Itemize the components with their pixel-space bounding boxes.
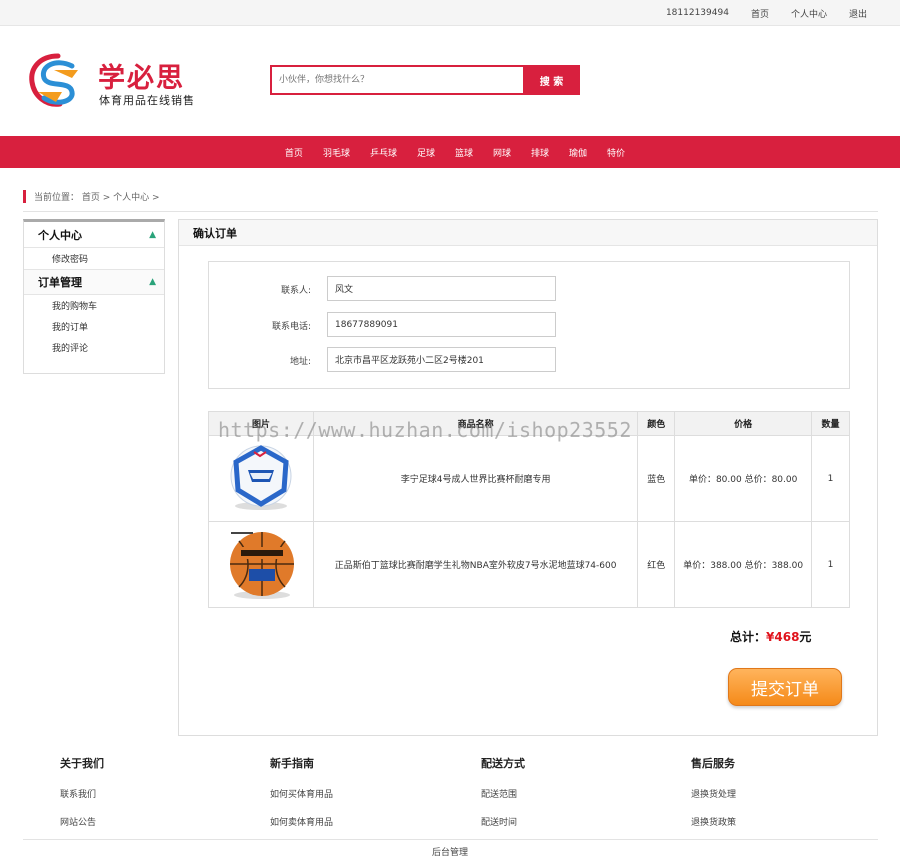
nav-item-football[interactable]: 足球 xyxy=(417,146,435,159)
footer-link[interactable]: 网站公告 xyxy=(60,815,260,828)
product-color: 红色 xyxy=(637,521,676,608)
breadcrumb: 当前位置： 首页 > 个人中心 > xyxy=(23,190,160,203)
total-unit: 元 xyxy=(799,630,812,644)
contact-row: 联系人: 风文 xyxy=(209,276,851,301)
nav-item-tennis[interactable]: 网球 xyxy=(493,146,511,159)
footer-col-title: 售后服务 xyxy=(691,757,735,770)
footer: 关于我们 联系我们 网站公告 新手指南 如何买体育用品 如何卖体育用品 配送方式… xyxy=(0,745,900,858)
total-label: 总计： xyxy=(730,630,767,644)
top-bar: 18112139494 首页 个人中心 退出 xyxy=(0,0,900,26)
logo-swirl-icon xyxy=(29,53,78,107)
product-price: 单价：388.00 总价：388.00 xyxy=(674,521,813,608)
order-items-table: 图片 商品名称 颜色 价格 数量 李宁足球4号成人世界比赛杯耐磨专用 蓝色 单价… xyxy=(208,411,850,608)
divider xyxy=(23,211,878,212)
table-row: 正品斯伯丁篮球比赛耐磨学生礼物NBA室外软皮7号水泥地蓝球74-600 红色 单… xyxy=(208,521,850,608)
contact-label: 联系人: xyxy=(280,286,311,296)
search-button[interactable]: 搜 索 xyxy=(523,65,580,95)
divider xyxy=(23,839,878,840)
nav-item-basketball[interactable]: 篮球 xyxy=(455,146,473,159)
phone-field[interactable]: 18677889091 xyxy=(327,312,556,337)
column-header: 颜色 xyxy=(637,411,676,436)
footer-col-guide: 新手指南 如何买体育用品 如何卖体育用品 xyxy=(270,755,470,843)
chevron-up-icon: ▲ xyxy=(149,277,156,287)
top-links: 18112139494 首页 个人中心 退出 xyxy=(644,0,867,26)
sidebar: 个人中心 ▲ 修改密码 订单管理 ▲ 我的购物车 我的订单 我的评论 xyxy=(23,219,165,374)
footer-col-title: 新手指南 xyxy=(270,757,314,770)
brand-name: 学必思 xyxy=(98,63,185,94)
admin-link[interactable]: 后台管理 xyxy=(0,845,900,858)
product-image-football[interactable] xyxy=(208,435,314,522)
sidebar-item-change-password[interactable]: 修改密码 xyxy=(24,248,164,269)
footer-col-title: 配送方式 xyxy=(481,757,525,770)
header: 学必思 体育用品在线销售 搜 索 xyxy=(0,26,900,136)
product-qty: 1 xyxy=(811,521,850,608)
product-name[interactable]: 李宁足球4号成人世界比赛杯耐磨专用 xyxy=(312,435,639,522)
search-bar: 搜 索 xyxy=(270,65,580,95)
column-header: 图片 xyxy=(208,411,314,436)
footer-link[interactable]: 联系我们 xyxy=(60,787,260,800)
main-nav: 首页 羽毛球 乒乓球 足球 篮球 网球 排球 瑜伽 特价 xyxy=(0,136,900,168)
product-color: 蓝色 xyxy=(637,435,676,522)
footer-link[interactable]: 如何卖体育用品 xyxy=(270,815,470,828)
nav-item-home[interactable]: 首页 xyxy=(285,146,303,159)
submit-order-button[interactable]: 提交订单 xyxy=(728,668,842,706)
footer-col-about: 关于我们 联系我们 网站公告 xyxy=(60,755,260,843)
footer-link[interactable]: 配送时间 xyxy=(481,815,681,828)
top-link-home[interactable]: 首页 xyxy=(751,7,769,20)
footer-col-title: 关于我们 xyxy=(60,757,104,770)
footer-link[interactable]: 配送范围 xyxy=(481,787,681,800)
product-qty: 1 xyxy=(811,435,850,522)
product-name[interactable]: 正品斯伯丁篮球比赛耐磨学生礼物NBA室外软皮7号水泥地蓝球74-600 xyxy=(312,521,639,608)
nav-item-table-tennis[interactable]: 乒乓球 xyxy=(370,146,397,159)
contact-form: 联系人: 风文 联系电话: 18677889091 地址: 北京市昌平区龙跃苑小… xyxy=(208,261,850,389)
product-price: 单价：80.00 总价：80.00 xyxy=(674,435,813,522)
order-total: 总计：¥468元 xyxy=(730,628,811,645)
nav-item-volleyball[interactable]: 排球 xyxy=(531,146,549,159)
nav-item-special[interactable]: 特价 xyxy=(607,146,625,159)
sidebar-group-user-center[interactable]: 个人中心 ▲ xyxy=(24,222,164,248)
logo[interactable]: 学必思 体育用品在线销售 xyxy=(26,52,206,112)
footer-link[interactable]: 退换货政策 xyxy=(691,815,891,828)
footer-col-after-sales: 售后服务 退换货处理 退换货政策 xyxy=(691,755,891,843)
address-label: 地址: xyxy=(289,357,311,367)
nav-item-badminton[interactable]: 羽毛球 xyxy=(323,146,350,159)
basketball-image-icon xyxy=(229,532,294,599)
page-title: 确认订单 xyxy=(179,220,877,246)
search-input[interactable] xyxy=(270,65,523,95)
sidebar-group-order-management[interactable]: 订单管理 ▲ xyxy=(24,269,164,295)
total-amount: ¥468 xyxy=(766,630,800,644)
footer-col-delivery: 配送方式 配送范围 配送时间 xyxy=(481,755,681,843)
phone-label: 联系电话: xyxy=(271,322,311,332)
phone-row: 联系电话: 18677889091 xyxy=(209,312,851,337)
top-link-logout[interactable]: 退出 xyxy=(849,7,867,20)
sidebar-group-label: 订单管理 xyxy=(38,276,82,289)
top-link-user-center[interactable]: 个人中心 xyxy=(791,7,827,20)
nav-item-yoga[interactable]: 瑜伽 xyxy=(569,146,587,159)
contact-field[interactable]: 风文 xyxy=(327,276,556,301)
phone-number: 18112139494 xyxy=(665,8,729,18)
table-row: 李宁足球4号成人世界比赛杯耐磨专用 蓝色 单价：80.00 总价：80.00 1 xyxy=(208,435,850,522)
chevron-up-icon: ▲ xyxy=(149,229,156,240)
address-row: 地址: 北京市昌平区龙跃苑小二区2号楼201 xyxy=(209,347,851,372)
table-header-row: 图片 商品名称 颜色 价格 数量 xyxy=(208,411,850,436)
column-header: 数量 xyxy=(811,411,850,436)
sidebar-item-my-reviews[interactable]: 我的评论 xyxy=(24,337,164,358)
footer-link[interactable]: 如何买体育用品 xyxy=(270,787,470,800)
order-panel: 确认订单 联系人: 风文 联系电话: 18677889091 地址: 北京市昌平… xyxy=(178,219,878,736)
column-header: 商品名称 xyxy=(312,411,639,436)
sidebar-group-label: 个人中心 xyxy=(38,228,82,242)
footer-link[interactable]: 退换货处理 xyxy=(691,787,891,800)
football-image-icon xyxy=(230,445,292,510)
address-field[interactable]: 北京市昌平区龙跃苑小二区2号楼201 xyxy=(327,347,556,372)
column-header: 价格 xyxy=(674,411,813,436)
product-image-basketball[interactable] xyxy=(208,521,314,608)
brand-slogan: 体育用品在线销售 xyxy=(99,94,195,107)
sidebar-item-my-orders[interactable]: 我的订单 xyxy=(24,316,164,337)
sidebar-item-cart[interactable]: 我的购物车 xyxy=(24,295,164,316)
